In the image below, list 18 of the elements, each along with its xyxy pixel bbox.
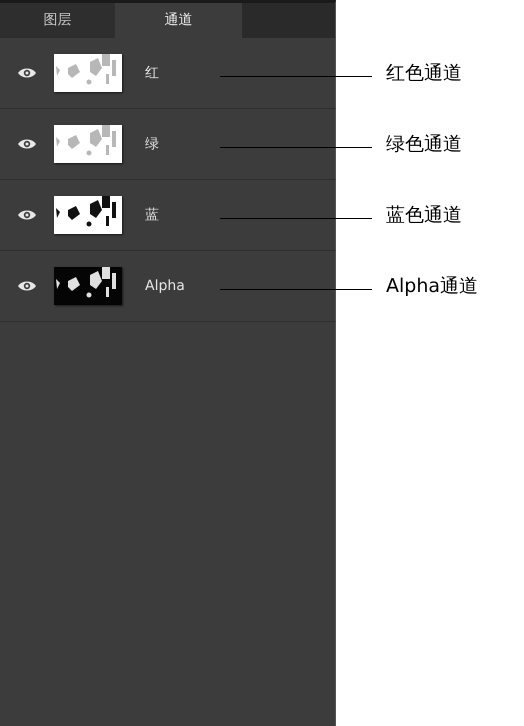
channel-row[interactable]: Alpha <box>0 251 336 322</box>
annotation-label: 绿色通道 <box>386 132 462 158</box>
annotation-label: Alpha通道 <box>386 274 478 300</box>
tab[interactable]: 图层 <box>0 3 115 38</box>
eye-icon[interactable] <box>17 138 37 150</box>
eye-icon[interactable] <box>17 67 37 79</box>
channel-row[interactable]: 蓝 <box>0 180 336 251</box>
channel-name: Alpha <box>145 276 185 296</box>
tab[interactable]: 通道 <box>115 3 242 38</box>
channel-row[interactable]: 红 <box>0 38 336 109</box>
channel-name: 蓝 <box>145 206 159 224</box>
annotation-label: 蓝色通道 <box>386 203 462 228</box>
eye-icon[interactable] <box>17 280 37 292</box>
eye-icon[interactable] <box>17 209 37 221</box>
channel-row[interactable]: 绿 <box>0 109 336 180</box>
channel-name: 红 <box>145 64 159 82</box>
annotation-label: 红色通道 <box>386 61 462 86</box>
channel-name: 绿 <box>145 134 159 154</box>
